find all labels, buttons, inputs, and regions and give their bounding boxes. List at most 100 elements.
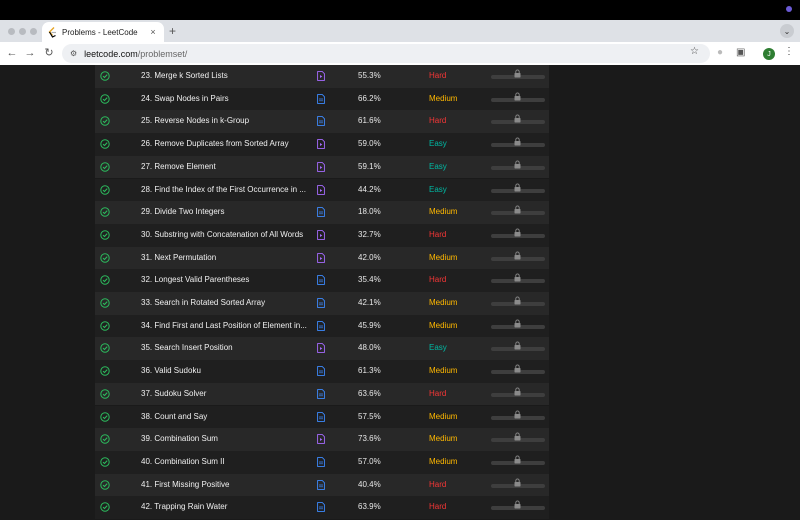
problem-title-link[interactable]: 25. Reverse Nodes in k-Group bbox=[141, 110, 249, 133]
problem-title-link[interactable]: 40. Combination Sum II bbox=[141, 451, 225, 474]
table-row[interactable]: 40. Combination Sum II 57.0% Medium bbox=[95, 450, 549, 474]
reload-icon[interactable]: ↻ bbox=[42, 46, 56, 60]
video-solution-icon[interactable] bbox=[317, 434, 325, 445]
lock-icon bbox=[514, 500, 521, 509]
table-row[interactable]: 42. Trapping Rain Water 63.9% Hard bbox=[95, 496, 549, 519]
problem-title-link[interactable]: 38. Count and Say bbox=[141, 406, 207, 429]
url-text: leetcode.com/problemset/ bbox=[84, 49, 187, 59]
problem-title-link[interactable]: 26. Remove Duplicates from Sorted Array bbox=[141, 133, 289, 156]
problem-title-link[interactable]: 31. Next Permutation bbox=[141, 247, 216, 270]
lock-icon bbox=[514, 455, 521, 464]
video-solution-icon[interactable] bbox=[317, 252, 325, 263]
article-solution-icon[interactable] bbox=[317, 275, 325, 286]
solved-check-icon bbox=[100, 479, 110, 490]
problem-title-link[interactable]: 28. Find the Index of the First Occurren… bbox=[141, 179, 306, 202]
problem-title-link[interactable]: 29. Divide Two Integers bbox=[141, 201, 224, 224]
lock-icon bbox=[514, 228, 521, 237]
extension-icon[interactable]: ● bbox=[717, 47, 723, 58]
problem-title-link[interactable]: 32. Longest Valid Parentheses bbox=[141, 269, 249, 292]
table-row[interactable]: 25. Reverse Nodes in k-Group 61.6% Hard bbox=[95, 110, 549, 134]
lock-icon bbox=[514, 387, 521, 396]
problem-title-link[interactable]: 30. Substring with Concatenation of All … bbox=[141, 224, 303, 247]
article-solution-icon[interactable] bbox=[317, 93, 325, 104]
table-row[interactable]: 35. Search Insert Position 48.0% Easy bbox=[95, 337, 549, 361]
solved-check-icon bbox=[100, 457, 110, 467]
tab-close-icon[interactable]: × bbox=[148, 27, 158, 37]
difficulty-badge: Easy bbox=[429, 184, 447, 194]
lock-icon bbox=[514, 432, 521, 441]
solved-check-icon bbox=[100, 162, 110, 172]
solved-check-icon bbox=[100, 252, 110, 263]
forward-arrow-icon[interactable]: → bbox=[23, 46, 37, 60]
table-row[interactable]: 27. Remove Element 59.1% Easy bbox=[95, 155, 549, 179]
article-solution-icon[interactable] bbox=[317, 388, 325, 399]
difficulty-badge: Medium bbox=[429, 252, 458, 262]
problem-title-link[interactable]: 39. Combination Sum bbox=[141, 428, 218, 451]
difficulty-badge: Easy bbox=[429, 139, 447, 149]
table-row[interactable]: 28. Find the Index of the First Occurren… bbox=[95, 178, 549, 202]
video-solution-icon[interactable] bbox=[317, 161, 325, 172]
table-row[interactable]: 41. First Missing Positive 40.4% Hard bbox=[95, 473, 549, 497]
table-row[interactable]: 31. Next Permutation 42.0% Medium bbox=[95, 246, 549, 270]
problem-title-link[interactable]: 35. Search Insert Position bbox=[141, 337, 233, 360]
browser-menu-icon[interactable]: ⋮ bbox=[784, 46, 794, 57]
table-row[interactable]: 33. Search in Rotated Sorted Array 42.1% M… bbox=[95, 292, 549, 315]
table-row[interactable]: 39. Combination Sum 73.6% Medium bbox=[95, 428, 549, 451]
back-arrow-icon[interactable]: ← bbox=[5, 46, 19, 60]
difficulty-badge: Easy bbox=[429, 161, 447, 171]
problem-title-link[interactable]: 24. Swap Nodes in Pairs bbox=[141, 88, 229, 111]
article-solution-icon[interactable] bbox=[317, 320, 325, 331]
solved-check-icon bbox=[100, 502, 110, 512]
lock-icon bbox=[514, 364, 521, 373]
problem-title-link[interactable]: 36. Valid Sudoku bbox=[141, 360, 201, 383]
problem-title-link[interactable]: 42. Trapping Rain Water bbox=[141, 496, 227, 519]
acceptance-rate: 66.2% bbox=[358, 93, 381, 103]
window-maximize-icon[interactable] bbox=[30, 28, 37, 35]
acceptance-rate: 40.4% bbox=[358, 479, 381, 489]
problem-title-link[interactable]: 41. First Missing Positive bbox=[141, 474, 229, 497]
table-row[interactable]: 24. Swap Nodes in Pairs 66.2% Medium bbox=[95, 87, 549, 111]
problem-title-link[interactable]: 34. Find First and Last Position of Elem… bbox=[141, 315, 307, 338]
video-solution-icon[interactable] bbox=[317, 230, 325, 240]
problem-title-link[interactable]: 33. Search in Rotated Sorted Array bbox=[141, 292, 265, 315]
new-tab-button[interactable]: + bbox=[169, 22, 176, 40]
address-bar[interactable]: ⚙ leetcode.com/problemset/ bbox=[62, 44, 710, 63]
video-solution-icon[interactable] bbox=[317, 71, 325, 81]
problem-title-link[interactable]: 37. Sudoku Solver bbox=[141, 383, 206, 406]
table-row[interactable]: 30. Substring with Concatenation of All … bbox=[95, 223, 549, 247]
problem-title-link[interactable]: 27. Remove Element bbox=[141, 156, 216, 179]
article-solution-icon[interactable] bbox=[317, 366, 325, 376]
solved-check-icon bbox=[100, 389, 110, 399]
window-close-icon[interactable] bbox=[8, 28, 15, 35]
video-solution-icon[interactable] bbox=[317, 139, 325, 149]
table-row[interactable]: 32. Longest Valid Parentheses 35.4% Hard bbox=[95, 269, 549, 292]
acceptance-rate: 63.9% bbox=[358, 502, 381, 512]
table-row[interactable]: 38. Count and Say 57.5% Medium bbox=[95, 405, 549, 429]
leetcode-logo-icon bbox=[48, 26, 57, 38]
article-solution-icon[interactable] bbox=[317, 457, 325, 467]
site-settings-icon[interactable]: ⚙ bbox=[70, 49, 77, 58]
article-solution-icon[interactable] bbox=[317, 116, 325, 127]
table-row[interactable]: 29. Divide Two Integers 18.0% Medium bbox=[95, 201, 549, 224]
problem-title-link[interactable]: 23. Merge k Sorted Lists bbox=[141, 65, 228, 88]
table-row[interactable]: 36. Valid Sudoku 61.3% Medium bbox=[95, 360, 549, 383]
tab-leetcode-problems[interactable]: Problems - LeetCode × bbox=[42, 22, 164, 42]
solved-check-icon bbox=[100, 366, 110, 376]
article-solution-icon[interactable] bbox=[317, 502, 325, 513]
article-solution-icon[interactable] bbox=[317, 207, 325, 218]
table-row[interactable]: 23. Merge k Sorted Lists 55.3% Hard bbox=[95, 65, 549, 88]
tab-search-button[interactable]: ⌄ bbox=[780, 24, 794, 38]
puzzle-extensions-icon[interactable]: ▣ bbox=[736, 47, 745, 58]
video-solution-icon[interactable] bbox=[317, 343, 325, 354]
article-solution-icon[interactable] bbox=[317, 479, 325, 490]
article-solution-icon[interactable] bbox=[317, 298, 325, 308]
article-solution-icon[interactable] bbox=[317, 411, 325, 422]
table-row[interactable]: 37. Sudoku Solver 63.6% Hard bbox=[95, 382, 549, 406]
table-row[interactable]: 26. Remove Duplicates from Sorted Array 5… bbox=[95, 133, 549, 156]
window-minimize-icon[interactable] bbox=[19, 28, 26, 35]
bookmark-star-icon[interactable]: ☆ bbox=[690, 46, 699, 57]
table-row[interactable]: 34. Find First and Last Position of Elem… bbox=[95, 314, 549, 338]
profile-avatar[interactable]: J bbox=[763, 48, 775, 60]
video-solution-icon[interactable] bbox=[317, 184, 325, 195]
difficulty-badge: Hard bbox=[429, 116, 447, 126]
